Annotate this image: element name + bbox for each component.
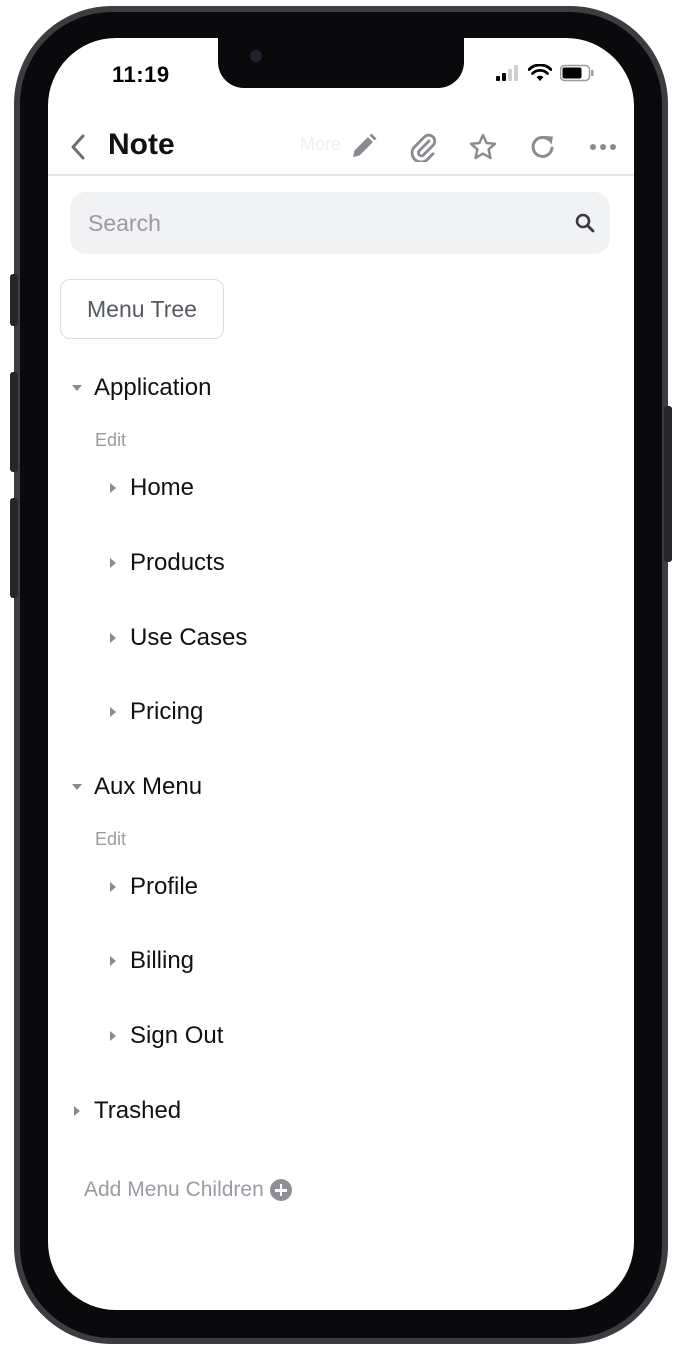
wifi-icon: [528, 64, 552, 81]
caret-right-icon: [106, 556, 120, 570]
search-bar: [70, 192, 610, 254]
battery-icon: [560, 64, 594, 82]
favorite-button[interactable]: [466, 130, 500, 164]
caret-down-icon: [70, 780, 84, 794]
status-time: 11:19: [112, 62, 170, 87]
caret-right-icon: [106, 1029, 120, 1043]
tree-item-label: Profile: [130, 873, 199, 900]
plus-circle-icon: [269, 1179, 292, 1201]
tree-item-pricing[interactable]: Pricing: [106, 698, 203, 726]
notch: [218, 38, 464, 88]
caret-down-icon: [70, 381, 84, 395]
tree-item-label: Home: [130, 474, 195, 501]
status-icons: [496, 64, 594, 82]
tree-item-label: Products: [130, 549, 225, 576]
add-menu-children-button[interactable]: Add Menu Children: [84, 1178, 292, 1202]
tree-item-billing[interactable]: Billing: [106, 947, 194, 975]
tree-item-profile[interactable]: Profile: [106, 873, 198, 901]
side-button-volume-up: [10, 372, 18, 472]
tree-group-label: Application: [94, 374, 212, 401]
tree-item-home[interactable]: Home: [106, 474, 194, 502]
tree-group-trashed[interactable]: Trashed: [70, 1097, 181, 1125]
more-icon: [590, 144, 616, 150]
back-button[interactable]: [66, 130, 90, 164]
more-faint-label: More: [300, 134, 342, 154]
pencil-icon: [353, 133, 377, 157]
edit-application-link[interactable]: Edit: [95, 430, 126, 451]
caret-right-icon: [106, 481, 120, 495]
tree-group-label: Trashed: [94, 1097, 182, 1124]
caret-right-icon: [70, 1104, 84, 1118]
refresh-button[interactable]: [526, 130, 560, 164]
caret-right-icon: [106, 705, 120, 719]
page-title: Note: [108, 128, 175, 161]
tree-item-label: Use Cases: [130, 624, 248, 651]
side-button-volume-down: [10, 498, 18, 598]
signal-icon: [496, 65, 518, 81]
side-button-mute: [10, 274, 18, 326]
tree-item-products[interactable]: Products: [106, 549, 225, 577]
tree-group-application[interactable]: Application: [70, 374, 211, 402]
search-input[interactable]: [88, 192, 558, 254]
tree-group-label: Aux Menu: [94, 773, 203, 800]
menu-tree-button[interactable]: Menu Tree: [60, 279, 224, 339]
tree-item-label: Pricing: [130, 698, 204, 725]
paperclip-icon: [410, 133, 437, 162]
tree-item-label: Sign Out: [130, 1022, 224, 1049]
more-button[interactable]: [586, 130, 620, 164]
header-divider: [48, 174, 634, 176]
refresh-icon: [531, 135, 554, 158]
camera: [250, 50, 262, 62]
tree-item-use-cases[interactable]: Use Cases: [106, 624, 247, 652]
screen: 11:19 Note More Search Menu Tree Applica…: [48, 38, 634, 1310]
edit-aux-menu-link[interactable]: Edit: [95, 829, 126, 850]
caret-right-icon: [106, 631, 120, 645]
nav-header: Note More: [48, 120, 634, 174]
edit-button[interactable]: [346, 130, 380, 164]
tree-group-aux-menu[interactable]: Aux Menu: [70, 773, 202, 801]
tree-item-label: Billing: [130, 947, 195, 974]
caret-right-icon: [106, 880, 120, 894]
side-button-power: [664, 406, 672, 562]
tree-item-sign-out[interactable]: Sign Out: [106, 1022, 223, 1050]
attach-button[interactable]: [406, 130, 440, 164]
search-icon[interactable]: [574, 212, 596, 234]
star-icon: [469, 133, 497, 160]
add-menu-children-label: Add Menu Children: [84, 1178, 264, 1201]
caret-right-icon: [106, 954, 120, 968]
chevron-left-icon: [71, 134, 85, 160]
